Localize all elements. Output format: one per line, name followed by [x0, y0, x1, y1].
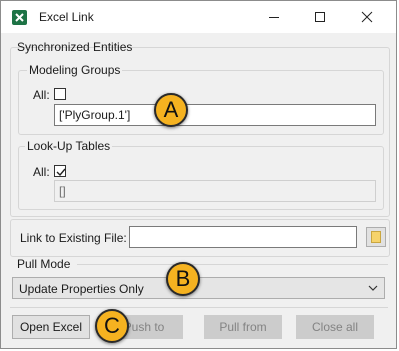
pull-mode-label: Pull Mode — [17, 257, 71, 271]
lookup-tables-all-checkbox[interactable] — [54, 165, 66, 177]
chevron-down-icon — [368, 285, 378, 291]
browse-file-button[interactable] — [366, 227, 386, 247]
modeling-groups-all-checkbox[interactable] — [54, 88, 66, 100]
close-all-button[interactable]: Close all — [296, 315, 374, 339]
callout-a: A — [154, 93, 188, 127]
open-excel-button[interactable]: Open Excel — [12, 315, 90, 339]
folder-icon — [371, 231, 381, 243]
pull-mode-divider — [77, 264, 388, 265]
title-bar: Excel Link — [1, 1, 396, 33]
lookup-tables-all-label: All: — [33, 165, 50, 179]
pull-mode-selected: Update Properties Only — [19, 282, 144, 296]
close-button[interactable] — [344, 1, 390, 33]
excel-link-window: Excel Link Synchronized Entities Modelin… — [0, 0, 397, 349]
link-file-input[interactable] — [129, 226, 357, 248]
minimize-button[interactable] — [251, 1, 297, 33]
close-icon — [361, 11, 373, 23]
lookup-tables-field: [] — [54, 180, 376, 202]
maximize-button[interactable] — [297, 1, 343, 33]
modeling-groups-label: Modeling Groups — [27, 63, 123, 77]
lookup-tables-label: Look-Up Tables — [25, 139, 113, 153]
modeling-groups-all-label: All: — [33, 88, 50, 102]
pull-from-button[interactable]: Pull from — [204, 315, 282, 339]
maximize-icon — [315, 12, 325, 22]
window-title: Excel Link — [39, 10, 94, 24]
modeling-groups-field[interactable]: ['PlyGroup.1'] — [54, 104, 376, 126]
callout-b: B — [166, 262, 200, 296]
checkmark-icon — [56, 168, 66, 177]
excel-icon — [12, 10, 27, 25]
callout-c: C — [95, 309, 129, 343]
link-file-label: Link to Existing File: — [20, 231, 127, 245]
minimize-icon — [269, 17, 279, 18]
synchronized-entities-label: Synchronized Entities — [17, 40, 133, 54]
footer-divider — [10, 307, 388, 308]
